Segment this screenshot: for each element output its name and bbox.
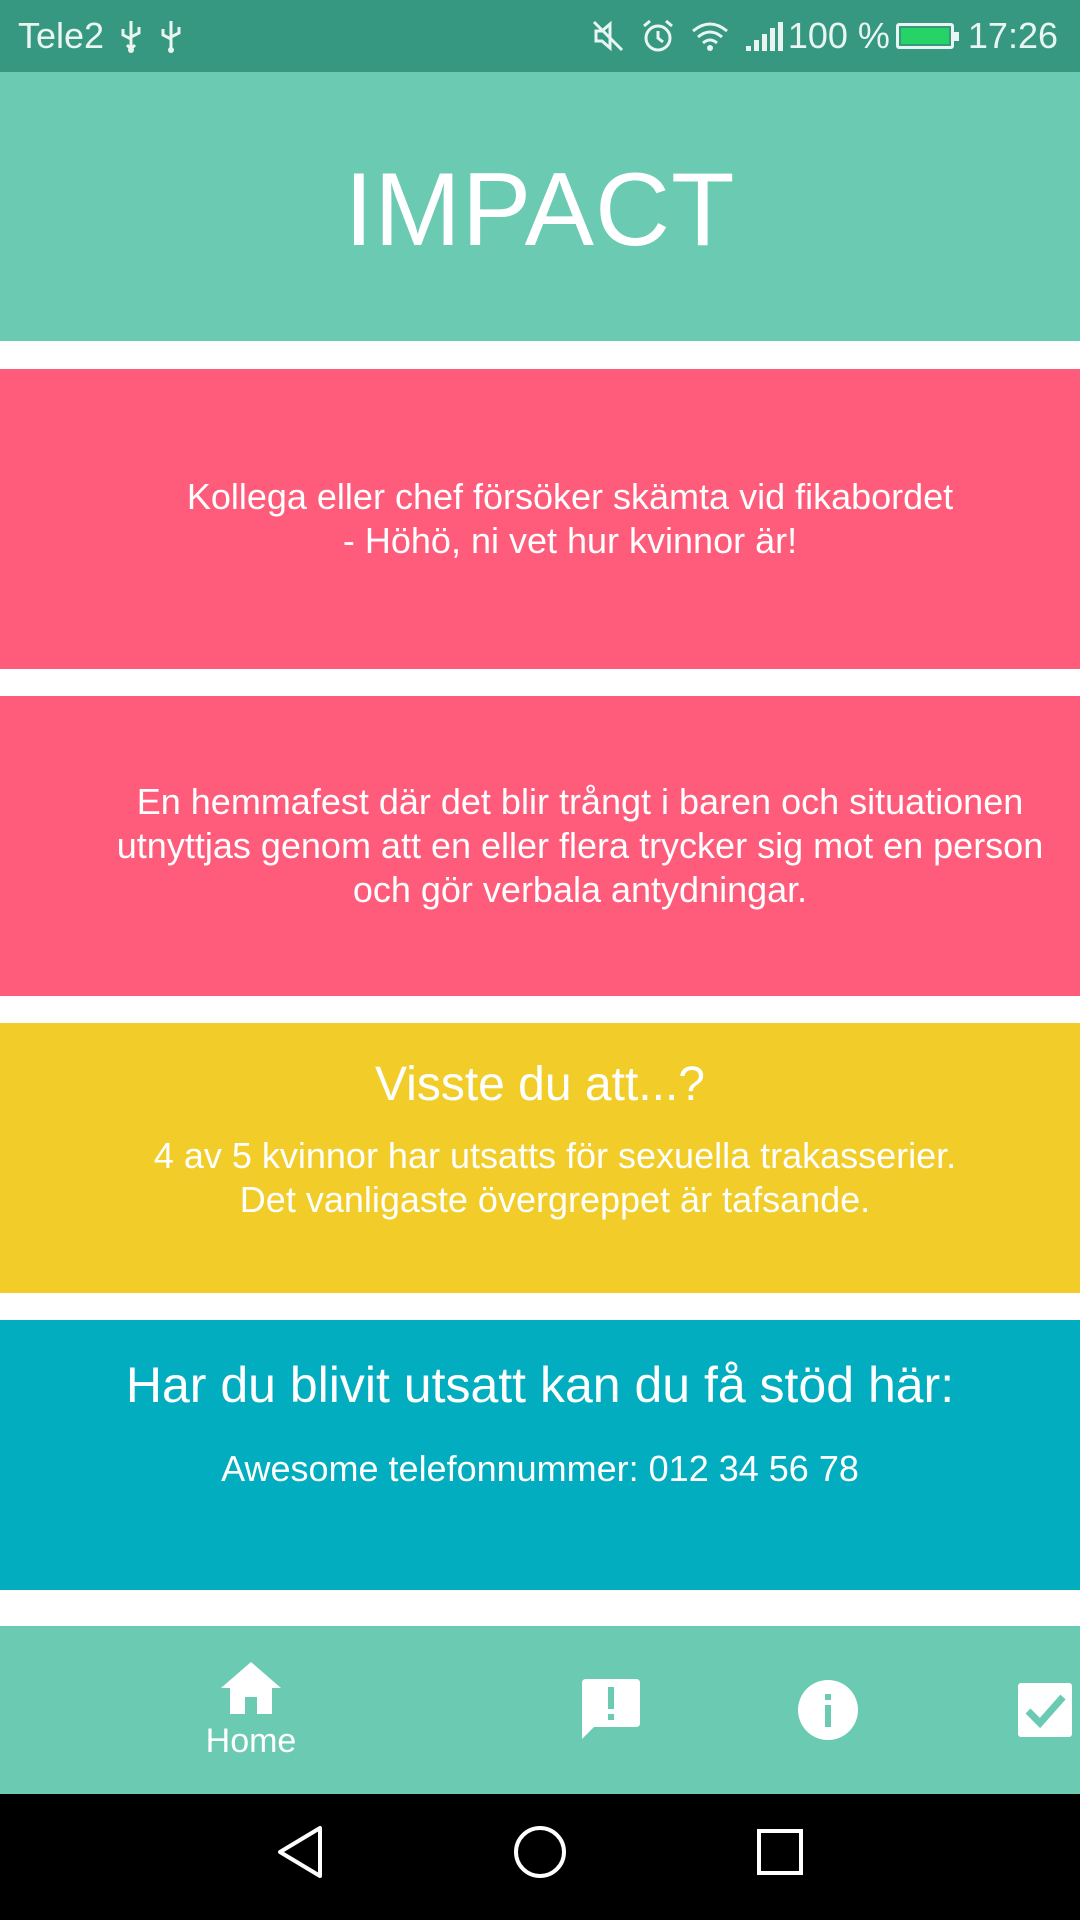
nav-item-checklist[interactable] [1010, 1626, 1080, 1794]
scenario-text: En hemmafest där det blir trångt i baren… [37, 780, 1043, 912]
fact-title: Visste du att...? [375, 1058, 705, 1111]
battery-charging-icon [895, 23, 959, 49]
status-bar: Tele2 100 % 17:26 [0, 0, 1080, 72]
app-header: IMPACT [0, 72, 1080, 341]
nav-label-home: Home [205, 1721, 297, 1760]
usb-icon [121, 21, 141, 53]
battery-percent: 100 % [787, 15, 890, 56]
scenario-text: Kollega eller chef försöker skämta vid f… [127, 475, 953, 563]
support-title: Har du blivit utsatt kan du få stöd här: [125, 1357, 955, 1413]
scenario-line: och gör verbala antydningar. [352, 869, 808, 910]
fact-card: Visste du att...? 4 av 5 kvinnor har uts… [0, 1023, 1080, 1293]
home-button-icon[interactable] [512, 1822, 568, 1882]
support-card: Har du blivit utsatt kan du få stöd här:… [0, 1320, 1080, 1590]
support-phone[interactable]: Awesome telefonnummer: 012 34 56 78 [221, 1448, 859, 1490]
nav-item-report[interactable] [571, 1626, 651, 1794]
fact-body: 4 av 5 kvinnor har utsatts för sexuella … [124, 1134, 956, 1222]
back-icon[interactable] [272, 1822, 328, 1882]
checkbox-icon [1018, 1683, 1072, 1737]
scenario-line: En hemmafest där det blir trångt i baren… [136, 781, 1024, 822]
fact-line: Det vanligaste övergreppet är tafsande. [239, 1179, 871, 1220]
alarm-icon [642, 19, 673, 52]
scenario-line: - Höhö, ni vet hur kvinnor är! [342, 520, 798, 561]
usb-icon [161, 21, 181, 53]
recents-icon[interactable] [752, 1822, 808, 1882]
wifi-icon [691, 22, 728, 51]
report-icon [582, 1679, 640, 1739]
home-icon [221, 1661, 281, 1714]
app-title: IMPACT [344, 152, 736, 268]
system-navigation-bar [0, 1794, 1080, 1920]
scenario-line: utnyttjas genom att en eller flera tryck… [116, 825, 1044, 866]
nav-item-info[interactable] [788, 1626, 868, 1794]
scenario-line: Kollega eller chef försöker skämta vid f… [186, 476, 954, 517]
scenario-card[interactable]: Kollega eller chef försöker skämta vid f… [0, 369, 1080, 669]
clock: 17:26 [967, 15, 1058, 56]
signal-icon [745, 22, 783, 51]
bottom-navigation: Home [0, 1626, 1080, 1794]
info-icon [798, 1680, 858, 1740]
nav-item-home[interactable]: Home [176, 1626, 326, 1794]
scenario-card[interactable]: En hemmafest där det blir trångt i baren… [0, 696, 1080, 996]
carrier-label: Tele2 [18, 15, 105, 56]
fact-line: 4 av 5 kvinnor har utsatts för sexuella … [153, 1135, 957, 1176]
mute-icon [592, 20, 623, 52]
